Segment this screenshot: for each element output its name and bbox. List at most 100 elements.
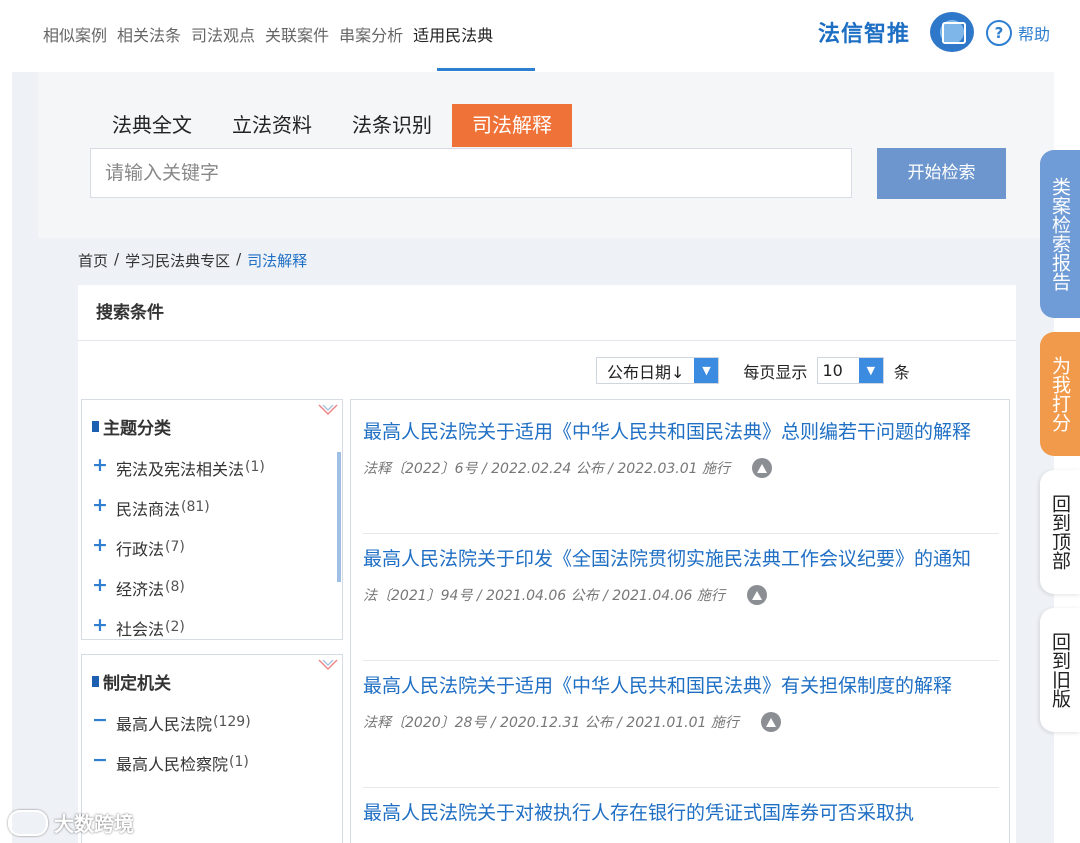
watermark: 大数跨境 [8,808,134,837]
result-meta-text: 法释〔2022〕6号 / 2022.02.24 公布 / 2022.03.01 … [363,461,730,477]
search-button[interactable]: 开始检索 [877,148,1006,199]
facet-list: − 最高人民法院 (129) − 最高人民检察院 (1) [92,711,251,791]
sort-select-value: 公布日期↓ [607,362,685,382]
expand-icon[interactable]: + [92,616,116,635]
tab-judicial-interpretation[interactable]: 司法解释 [452,104,572,147]
search-panel: 法典全文 立法资料 法条识别 司法解释 开始检索 [38,72,1054,238]
results-card: 搜索条件 公布日期↓ ▼ 每页显示 10 ▼ 条 主题分类 + 宪法及宪法相关法… [78,285,1016,843]
search-conditions-title: 搜索条件 [78,285,1016,341]
results-list: 最高人民法院关于适用《中华人民共和国民法典》总则编若干问题的解释 法释〔2022… [350,399,1010,843]
collapse-icon[interactable]: − [92,711,116,730]
top-nav: 相似案例 相关法条 司法观点 关联案件 串案分析 适用民法典 法信智推 ? 帮助 [0,0,1080,72]
result-meta: 法释〔2020〕28号 / 2020.12.31 公布 / 2021.01.01… [363,712,999,732]
tab-similar-cases[interactable]: 相似案例 [42,22,108,46]
breadcrumb-separator: / [114,250,120,268]
list-item[interactable]: − 最高人民法院 (129) [92,711,251,751]
result-meta-text: 法释〔2020〕28号 / 2020.12.31 公布 / 2021.01.01… [363,715,739,731]
facet-item-label: 宪法及宪法相关法 [116,460,245,479]
per-page-select[interactable]: 10 ▼ [817,357,884,384]
result-title-link[interactable]: 最高人民法院关于印发《全国法院贯彻实施民法典工作会议纪要》的通知 [363,545,999,573]
list-item[interactable]: + 经济法 (8) [92,576,265,616]
facet-item-label: 最高人民法院 [116,715,213,734]
rate-us-button[interactable]: 为我打分 [1040,332,1080,456]
tab-related-cases[interactable]: 关联案件 [264,22,330,46]
facet-title: 主题分类 [92,414,171,439]
facet-item-count: (1) [229,754,249,770]
tab-legislative-materials[interactable]: 立法资料 [212,104,332,147]
facet-title-label: 制定机关 [103,674,171,694]
tab-related-articles[interactable]: 相关法条 [116,22,182,46]
facet-scrollbar[interactable] [337,452,341,582]
brand-name: 法信智推 [818,22,911,47]
tab-full-code[interactable]: 法典全文 [92,104,212,147]
list-item[interactable]: + 民法商法 (81) [92,496,265,536]
facet-item-label: 经济法 [116,580,165,599]
facet-item-count: (1) [245,459,265,475]
expand-icon[interactable]: + [92,576,116,595]
expand-icon[interactable]: + [92,496,116,515]
facet-item-count: (81) [181,499,210,515]
per-page-unit: 条 [893,362,910,382]
result-title-link[interactable]: 最高人民法院关于对被执行人存在银行的凭证式国库券可否采取执 [363,799,999,827]
breadcrumb-civil-code-zone[interactable]: 学习民法典专区 [125,250,230,271]
search-input[interactable] [91,149,851,197]
share-icon[interactable] [752,458,772,478]
results-toolbar: 公布日期↓ ▼ 每页显示 10 ▼ 条 [596,357,910,384]
active-tab-underline [437,68,535,71]
collapse-corner-icon[interactable] [317,658,339,672]
facet-topic-category: 主题分类 + 宪法及宪法相关法 (1) + 民法商法 (81) + 行政法 (7) + 经济法… [81,399,343,640]
facet-item-label: 社会法 [116,620,165,639]
result-meta: 法释〔2022〕6号 / 2022.02.24 公布 / 2022.03.01 … [363,458,999,478]
sort-select[interactable]: 公布日期↓ ▼ [596,357,720,384]
help-link[interactable]: ? 帮助 [986,20,1050,46]
facet-item-count: (2) [165,619,185,635]
per-page-value: 10 [822,361,843,380]
list-item[interactable]: + 行政法 (7) [92,536,265,576]
back-to-top-button[interactable]: 回到顶部 [1040,470,1080,594]
chevron-down-icon: ▼ [858,358,883,383]
share-icon[interactable] [746,585,767,605]
search-box [90,148,852,198]
expand-icon[interactable]: + [92,456,116,475]
facet-title-label: 主题分类 [103,419,171,439]
facet-item-label: 民法商法 [116,500,181,519]
list-item[interactable]: − 最高人民检察院 (1) [92,751,251,791]
top-nav-tabs: 相似案例 相关法条 司法观点 关联案件 串案分析 适用民法典 [42,22,494,46]
back-to-old-version-button[interactable]: 回到旧版 [1040,608,1080,732]
question-icon: ? [986,20,1012,46]
result-title-link[interactable]: 最高人民法院关于适用《中华人民共和国民法典》有关担保制度的解释 [363,672,999,700]
facet-item-count: (7) [165,539,185,555]
collapse-corner-icon[interactable] [317,403,339,417]
list-item: 最高人民法院关于适用《中华人民共和国民法典》总则编若干问题的解释 法释〔2022… [363,418,999,534]
list-item[interactable]: + 宪法及宪法相关法 (1) [92,456,265,496]
list-item[interactable]: + 社会法 (2) [92,616,265,640]
bullet-icon [92,676,99,687]
facet-list: + 宪法及宪法相关法 (1) + 民法商法 (81) + 行政法 (7) + 经济法 (8) +… [92,456,265,640]
case-search-report-button[interactable]: 类案检索报告 [1040,150,1080,318]
watermark-text: 大数跨境 [54,812,134,836]
result-meta: 法〔2021〕94号 / 2021.04.06 公布 / 2021.04.06 … [363,585,999,605]
tab-civil-code[interactable]: 适用民法典 [412,22,494,46]
facet-item-count: (129) [213,714,251,730]
brand-logo-icon [930,12,974,52]
result-meta-text: 法〔2021〕94号 / 2021.04.06 公布 / 2021.04.06 … [363,588,725,604]
chevron-down-icon: ▼ [694,358,719,383]
tab-case-series-analysis[interactable]: 串案分析 [338,22,404,46]
per-page-label: 每页显示 [743,362,808,382]
bullet-icon [92,421,99,432]
collapse-icon[interactable]: − [92,751,116,770]
breadcrumb-home[interactable]: 首页 [78,250,108,271]
main-area: 法典全文 立法资料 法条识别 司法解释 开始检索 首页 / 学习民法典专区 / … [12,72,1054,843]
share-icon[interactable] [760,712,781,732]
facet-item-count: (8) [165,579,185,595]
watermark-logo-icon [8,809,48,836]
breadcrumb-current: 司法解释 [247,252,308,270]
list-item: 最高人民法院关于对被执行人存在银行的凭证式国库券可否采取执 [363,799,999,843]
result-title-link[interactable]: 最高人民法院关于适用《中华人民共和国民法典》总则编若干问题的解释 [363,418,999,446]
breadcrumb: 首页 / 学习民法典专区 / 司法解释 [78,250,307,271]
tab-judicial-opinions[interactable]: 司法观点 [190,22,256,46]
expand-icon[interactable]: + [92,536,116,555]
search-tabs: 法典全文 立法资料 法条识别 司法解释 [92,104,572,147]
tab-article-recognition[interactable]: 法条识别 [332,104,452,147]
help-label: 帮助 [1018,25,1051,44]
